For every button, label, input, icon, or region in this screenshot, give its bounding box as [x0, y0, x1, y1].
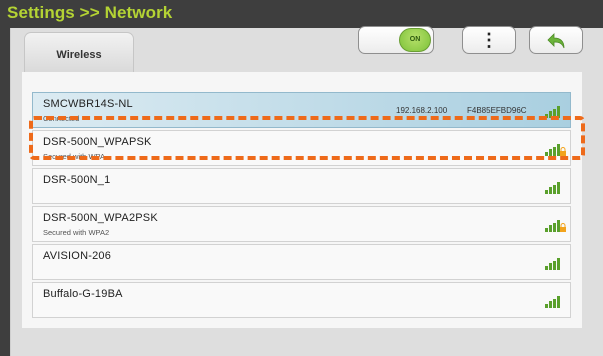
signal-strength-icon	[545, 106, 560, 118]
network-status: Connected	[43, 114, 80, 123]
network-ssid: DSR-500N_WPAPSK	[43, 136, 152, 148]
back-button[interactable]	[529, 26, 583, 54]
network-ssid: Buffalo-G-19BA	[43, 288, 123, 300]
network-row-dsr-500n-1[interactable]: DSR-500N_1	[32, 168, 571, 204]
network-ssid: DSR-500N_WPA2PSK	[43, 212, 158, 224]
page-title: Settings >> Network	[7, 3, 173, 22]
wifi-toggle-switch[interactable]: ON	[358, 26, 434, 54]
network-security: Secured with WPA2	[43, 228, 110, 237]
network-row-dsr-500n-wpapsk[interactable]: DSR-500N_WPAPSK Secured with WPA	[32, 130, 571, 166]
signal-strength-icon	[545, 258, 560, 270]
title-bar: Settings >> Network	[0, 0, 603, 28]
network-row-dsr-500n-wpa2psk[interactable]: DSR-500N_WPA2PSK Secured with WPA2	[32, 206, 571, 242]
tab-wireless[interactable]: Wireless	[24, 32, 134, 73]
network-row-avision-206[interactable]: AVISION-206	[32, 244, 571, 280]
secured-signal-icon	[545, 220, 566, 232]
network-ssid: SMCWBR14S-NL	[43, 98, 133, 110]
toggle-knob: ON	[399, 28, 431, 52]
network-mac-address: F4B85EFBD96C	[467, 106, 527, 115]
network-ip-address: 192.168.2.100	[396, 106, 448, 115]
menu-button[interactable]: ⋮	[462, 26, 516, 54]
back-arrow-icon	[547, 33, 565, 49]
network-row-buffalo-g-19ba[interactable]: Buffalo-G-19BA	[32, 282, 571, 318]
signal-strength-icon	[545, 296, 560, 308]
network-list[interactable]: SMCWBR14S-NL Connected 192.168.2.100 F4B…	[22, 72, 582, 328]
kebab-menu-icon: ⋮	[480, 30, 498, 50]
network-ssid: AVISION-206	[43, 250, 112, 262]
network-row-smcwbr14s-nl[interactable]: SMCWBR14S-NL Connected 192.168.2.100 F4B…	[32, 92, 571, 128]
signal-strength-icon	[545, 182, 560, 194]
secured-signal-icon	[545, 144, 566, 156]
network-security: Secured with WPA	[43, 152, 105, 161]
network-ssid: DSR-500N_1	[43, 174, 111, 186]
